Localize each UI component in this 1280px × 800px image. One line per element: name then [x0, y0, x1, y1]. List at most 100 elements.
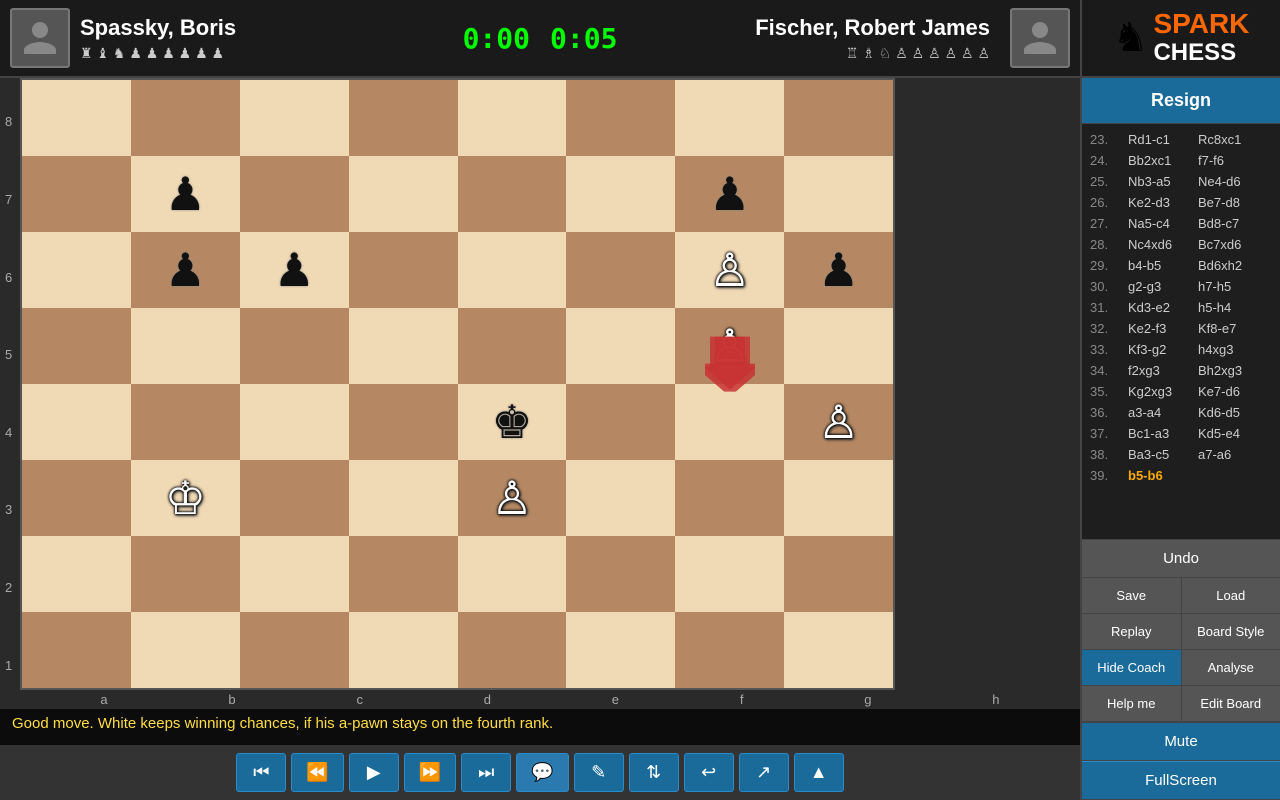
cell-b5[interactable]	[131, 308, 240, 384]
cell-d4[interactable]	[349, 384, 458, 460]
cell-a7[interactable]	[22, 156, 131, 232]
move-black[interactable]: a7-a6	[1195, 446, 1265, 463]
move-white[interactable]: Kg2xg3	[1125, 383, 1195, 400]
cell-f8[interactable]	[566, 80, 675, 156]
cell-e4[interactable]: ♚	[458, 384, 567, 460]
cell-c4[interactable]	[240, 384, 349, 460]
move-black[interactable]: Rc8xc1	[1195, 131, 1265, 148]
cell-e5[interactable]	[458, 308, 567, 384]
chess-board[interactable]: ♟♟♟♟♙♟♙♚♙♔♙	[20, 78, 895, 690]
cell-b2[interactable]	[131, 536, 240, 612]
cell-g2[interactable]	[675, 536, 784, 612]
cell-h1[interactable]	[784, 612, 893, 688]
cell-h6[interactable]: ♟	[784, 232, 893, 308]
move-black[interactable]: h4xg3	[1195, 341, 1265, 358]
cell-c6[interactable]: ♟	[240, 232, 349, 308]
cell-g7[interactable]: ♟	[675, 156, 784, 232]
move-black[interactable]: Bd6xh2	[1195, 257, 1265, 274]
cell-a1[interactable]	[22, 612, 131, 688]
cell-d2[interactable]	[349, 536, 458, 612]
prev-move-button[interactable]: ⏪	[291, 753, 343, 792]
move-black[interactable]: Bd8-c7	[1195, 215, 1265, 232]
next-move-button[interactable]: ⏩	[404, 753, 456, 792]
undo-button[interactable]: Undo	[1082, 539, 1280, 578]
cell-c1[interactable]	[240, 612, 349, 688]
resign-button[interactable]: Resign	[1082, 78, 1280, 124]
move-black[interactable]: Kd5-e4	[1195, 425, 1265, 442]
cell-d7[interactable]	[349, 156, 458, 232]
move-white[interactable]: Nc4xd6	[1125, 236, 1195, 253]
cell-g3[interactable]	[675, 460, 784, 536]
cell-a6[interactable]	[22, 232, 131, 308]
cell-a8[interactable]	[22, 80, 131, 156]
move-white[interactable]: b4-b5	[1125, 257, 1195, 274]
move-white[interactable]: Rd1-c1	[1125, 131, 1195, 148]
moves-list[interactable]: 23.Rd1-c1Rc8xc124.Bb2xc1f7-f625.Nb3-a5Ne…	[1082, 124, 1280, 539]
cell-c2[interactable]	[240, 536, 349, 612]
cell-b1[interactable]	[131, 612, 240, 688]
cell-b6[interactable]: ♟	[131, 232, 240, 308]
move-white[interactable]: Ke2-f3	[1125, 320, 1195, 337]
first-move-button[interactable]: ⏮	[236, 753, 286, 792]
cell-b3[interactable]: ♔	[131, 460, 240, 536]
cell-g8[interactable]	[675, 80, 784, 156]
move-white[interactable]: b5-b6	[1125, 467, 1195, 484]
move-black[interactable]: Kd6-d5	[1195, 404, 1265, 421]
cell-e1[interactable]	[458, 612, 567, 688]
move-black[interactable]: Kf8-e7	[1195, 320, 1265, 337]
move-white[interactable]: f2xg3	[1125, 362, 1195, 379]
cell-f7[interactable]	[566, 156, 675, 232]
cell-c5[interactable]	[240, 308, 349, 384]
cell-e7[interactable]	[458, 156, 567, 232]
move-white[interactable]: Bb2xc1	[1125, 152, 1195, 169]
chat-button[interactable]: 💬	[516, 753, 568, 792]
edit-button[interactable]: ✎	[574, 753, 624, 792]
cell-h5[interactable]	[784, 308, 893, 384]
move-white[interactable]: Ke2-d3	[1125, 194, 1195, 211]
fullscreen-button[interactable]: FullScreen	[1082, 761, 1280, 800]
cell-g5[interactable]: ♙	[675, 308, 784, 384]
signin-button[interactable]: ↩	[684, 753, 734, 792]
cell-f3[interactable]	[566, 460, 675, 536]
hide-coach-button[interactable]: Hide Coach	[1082, 650, 1181, 685]
move-white[interactable]: a3-a4	[1125, 404, 1195, 421]
cell-f6[interactable]	[566, 232, 675, 308]
cell-d3[interactable]	[349, 460, 458, 536]
cell-e6[interactable]	[458, 232, 567, 308]
cell-f5[interactable]	[566, 308, 675, 384]
load-button[interactable]: Load	[1181, 578, 1280, 613]
edit-board-button[interactable]: Edit Board	[1181, 686, 1280, 721]
play-button[interactable]: ▶	[349, 753, 399, 792]
move-black[interactable]: f7-f6	[1195, 152, 1265, 169]
move-white[interactable]: Bc1-a3	[1125, 425, 1195, 442]
cell-h7[interactable]	[784, 156, 893, 232]
cell-c7[interactable]	[240, 156, 349, 232]
analyse-button[interactable]: Analyse	[1181, 650, 1280, 685]
move-white[interactable]: Kd3-e2	[1125, 299, 1195, 316]
move-white[interactable]: Nb3-a5	[1125, 173, 1195, 190]
cell-d1[interactable]	[349, 612, 458, 688]
share-button[interactable]: ↗	[739, 753, 789, 792]
board-style-button[interactable]: Board Style	[1181, 614, 1280, 649]
cell-e8[interactable]	[458, 80, 567, 156]
cell-d6[interactable]	[349, 232, 458, 308]
move-white[interactable]: g2-g3	[1125, 278, 1195, 295]
cell-g6[interactable]: ♙	[675, 232, 784, 308]
cell-h3[interactable]	[784, 460, 893, 536]
cell-e3[interactable]: ♙	[458, 460, 567, 536]
move-black[interactable]	[1195, 475, 1265, 477]
cell-f4[interactable]	[566, 384, 675, 460]
move-white[interactable]: Na5-c4	[1125, 215, 1195, 232]
cell-b8[interactable]	[131, 80, 240, 156]
replay-button[interactable]: Replay	[1082, 614, 1181, 649]
cell-h4[interactable]: ♙	[784, 384, 893, 460]
move-white[interactable]: Ba3-c5	[1125, 446, 1195, 463]
move-black[interactable]: Bc7xd6	[1195, 236, 1265, 253]
move-black[interactable]: Be7-d8	[1195, 194, 1265, 211]
cell-g1[interactable]	[675, 612, 784, 688]
cell-a4[interactable]	[22, 384, 131, 460]
cell-f2[interactable]	[566, 536, 675, 612]
cell-f1[interactable]	[566, 612, 675, 688]
last-move-button[interactable]: ⏭	[461, 753, 511, 792]
mute-button[interactable]: Mute	[1082, 722, 1280, 761]
